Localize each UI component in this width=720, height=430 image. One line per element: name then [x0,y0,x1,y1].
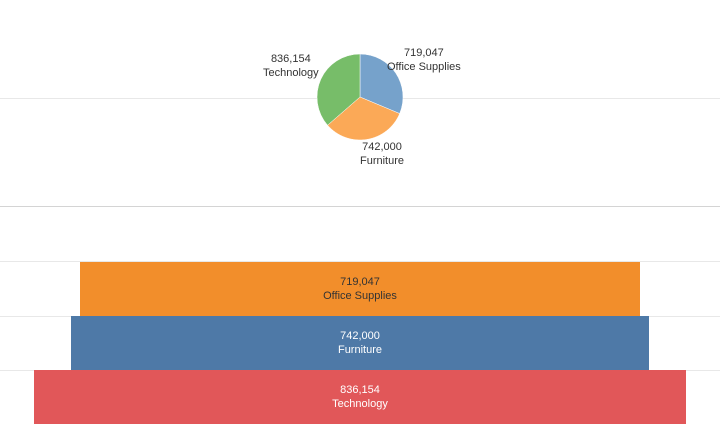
bar-category: Office Supplies [323,290,397,302]
pie-category-furniture: Furniture [360,155,405,167]
funnel-chart-panel: 719,047 Office Supplies 742,000 Furnitur… [0,207,720,430]
pie-label-technology: 836,154 Technology [263,52,319,80]
pie-category-office-supplies: Office Supplies [387,61,461,73]
bar-value: 719,047 [340,276,380,288]
funnel-bar-office-supplies[interactable]: 719,047 Office Supplies [79,262,641,316]
pie-value-technology: 836,154 [270,53,311,65]
bar-value: 836,154 [340,384,380,396]
pie-value-furniture: 742,000 [362,141,402,153]
pie-chart-panel: 719,047 Office Supplies 742,000 Furnitur… [0,0,720,206]
funnel-bar-furniture[interactable]: 742,000 Furniture [70,316,650,370]
bar-category: Furniture [337,344,382,356]
pie-chart [316,53,404,141]
pie-label-office-supplies: 719,047 Office Supplies [387,46,461,74]
bar-value: 742,000 [340,330,380,342]
pie-label-furniture: 742,000 Furniture [360,140,404,168]
pie-value-office-supplies: 719,047 [404,47,444,59]
funnel-bar-technology[interactable]: 836,154 Technology [34,370,686,424]
pie-category-technology: Technology [263,67,319,79]
bar-category: Technology [332,398,388,410]
